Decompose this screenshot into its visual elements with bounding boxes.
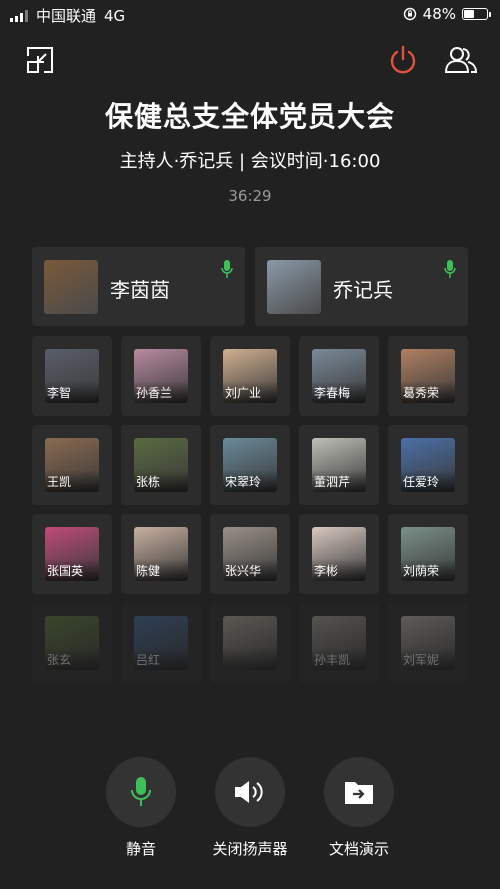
participant-tile[interactable]: 刘荫荣 [388, 514, 468, 594]
battery-percent: 48% [422, 5, 456, 23]
meeting-subtitle: 主持人·乔记兵 | 会议时间·16:00 [119, 151, 381, 172]
status-bar: 中国联通 4G 48% [0, 0, 500, 28]
members-icon [444, 47, 478, 73]
rotation-lock-icon [403, 7, 416, 21]
participant-name: 刘荫荣 [403, 564, 440, 578]
participant-name: 葛秀荣 [403, 386, 440, 400]
participant-tile[interactable]: 张栋 [121, 425, 201, 505]
participant-tile[interactable]: 孙香兰 [121, 336, 201, 416]
microphone-icon [131, 777, 151, 806]
participant-tile[interactable] [210, 603, 290, 683]
host-name: 乔记兵 [333, 278, 393, 302]
participant-tile[interactable]: 董泗芹 [299, 425, 379, 505]
microphone-icon [221, 260, 233, 278]
participant-tile[interactable]: 张国英 [32, 514, 112, 594]
end-meeting-button[interactable] [387, 44, 419, 76]
participant-name: 任爱玲 [403, 475, 440, 489]
minimize-icon [27, 47, 53, 73]
avatar [44, 260, 98, 314]
participant-name: 吕红 [136, 653, 161, 667]
participant-name: 李智 [47, 386, 72, 400]
avatar [223, 616, 277, 670]
carrier: 中国联通 [36, 7, 97, 25]
speaker-button[interactable] [215, 757, 285, 827]
speaker-label: 关闭扬声器 [212, 840, 288, 858]
participant-name: 孙丰凯 [314, 653, 351, 667]
signal-icon [10, 9, 28, 22]
participant-tile[interactable]: 任爱玲 [388, 425, 468, 505]
participant-name: 陈健 [136, 564, 161, 578]
participant-tile[interactable]: 李彬 [299, 514, 379, 594]
document-share-label: 文档演示 [328, 840, 389, 858]
host-name: 李茵茵 [110, 278, 170, 302]
participant-tile[interactable]: 李智 [32, 336, 112, 416]
participants-button[interactable] [444, 44, 478, 76]
participant-tile[interactable]: 张兴华 [210, 514, 290, 594]
participant-name: 张兴华 [225, 564, 262, 578]
participant-name: 刘广业 [225, 386, 262, 400]
participant-tile[interactable]: 王凯 [32, 425, 112, 505]
network-type: 4G [104, 6, 126, 25]
participant-tile[interactable]: 张玄 [32, 603, 112, 683]
host-card[interactable]: 李茵茵 [32, 247, 245, 326]
participant-tile[interactable]: 刘广业 [210, 336, 290, 416]
minimize-button[interactable] [24, 44, 56, 76]
mute-label: 静音 [125, 840, 156, 858]
power-icon [390, 45, 416, 74]
participant-name: 张玄 [47, 653, 72, 667]
participant-tile[interactable]: 葛秀荣 [388, 336, 468, 416]
meeting-title: 保健总支全体党员大会 [104, 100, 395, 133]
folder-share-icon [345, 782, 373, 804]
participant-name: 董泗芹 [314, 475, 351, 489]
participant-name: 张栋 [136, 475, 161, 489]
participant-name: 王凯 [47, 475, 72, 489]
avatar [267, 260, 321, 314]
host-card[interactable]: 乔记兵 [255, 247, 468, 326]
participant-tile[interactable]: 宋翠玲 [210, 425, 290, 505]
speaker-icon [235, 781, 263, 803]
mute-button[interactable] [106, 757, 176, 827]
participant-name: 张国英 [47, 564, 84, 578]
participant-tile[interactable]: 陈健 [121, 514, 201, 594]
participant-name: 李春梅 [314, 386, 351, 400]
participant-tile[interactable]: 吕红 [121, 603, 201, 683]
participant-tile[interactable]: 孙丰凯 [299, 603, 379, 683]
participant-tile[interactable]: 李春梅 [299, 336, 379, 416]
participant-name: 宋翠玲 [225, 475, 262, 489]
battery-icon [462, 8, 491, 20]
participant-name: 孙香兰 [136, 386, 173, 400]
microphone-icon [444, 260, 456, 278]
participant-name: 李彬 [314, 564, 339, 578]
participant-name: 刘军妮 [403, 653, 440, 667]
document-share-button[interactable] [324, 757, 394, 827]
meeting-timer: 36:29 [228, 187, 272, 205]
participant-tile[interactable]: 刘军妮 [388, 603, 468, 683]
